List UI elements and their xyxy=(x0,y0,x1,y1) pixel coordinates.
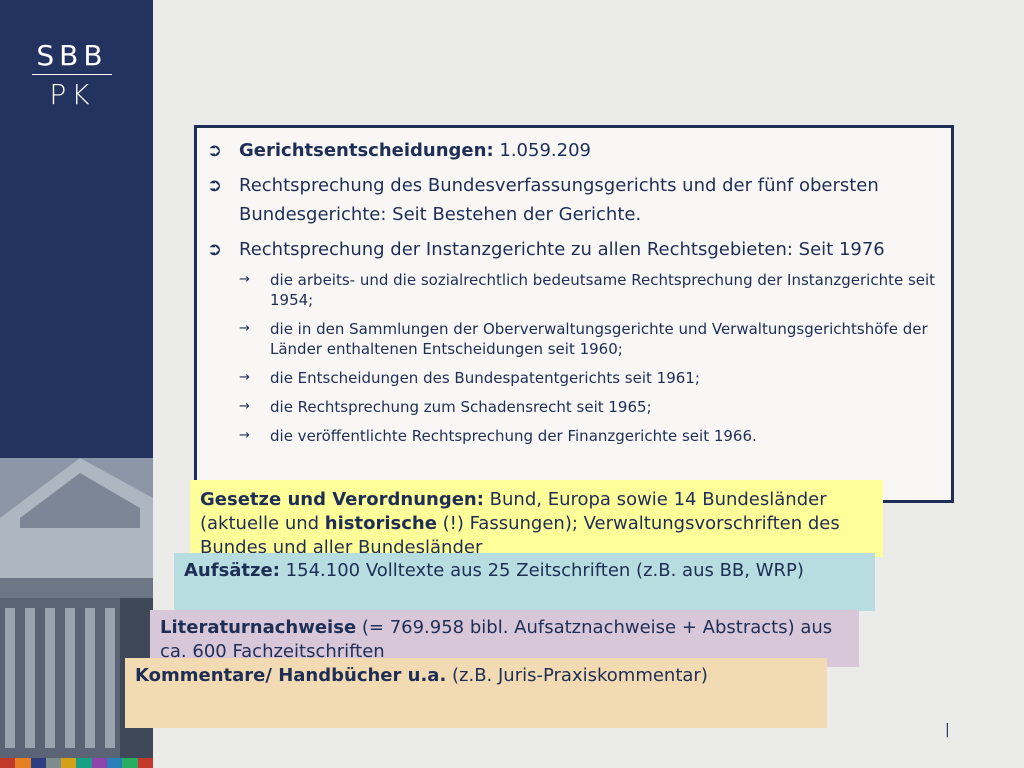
sub-bullet-text: die Entscheidungen des Bundespatentgeric… xyxy=(270,369,700,387)
arrow-right-icon: → xyxy=(239,272,250,287)
note-bold-inline: historische xyxy=(324,513,437,534)
note-bold: Gesetze und Verordnungen: xyxy=(200,489,484,510)
sub-bullet-item: → die in den Sammlungen der Oberverwaltu… xyxy=(207,319,941,359)
curved-arrow-icon: ➲ xyxy=(207,239,223,260)
main-content-box: ➲ Gerichtsentscheidungen: 1.059.209 ➲ Re… xyxy=(194,125,954,503)
bullet-bold: Gerichtsentscheidungen: xyxy=(239,140,494,161)
note-bold: Aufsätze: xyxy=(184,560,280,581)
note-text: (z.B. Juris-Praxiskommentar) xyxy=(446,665,708,686)
note-bold: Literaturnachweise xyxy=(160,617,357,638)
bullet-item: ➲ Gerichtsentscheidungen: 1.059.209 xyxy=(207,136,941,165)
logo-line-1: SBB xyxy=(36,39,108,72)
sub-bullet-text: die arbeits- und die sozialrechtlich bed… xyxy=(270,271,936,309)
bullet-text: Rechtsprechung des Bundesverfassungsgeri… xyxy=(239,175,879,225)
page-mark: | xyxy=(945,722,950,738)
note-gesetze: Gesetze und Verordnungen: Bund, Europa s… xyxy=(190,480,883,557)
note-bold: Kommentare/ Handbücher u.a. xyxy=(135,665,447,686)
sub-bullet-text: die in den Sammlungen der Oberverwaltung… xyxy=(270,320,928,358)
arrow-right-icon: → xyxy=(239,370,250,385)
sidebar: SBB PK xyxy=(0,0,153,768)
bullet-item: ➲ Rechtsprechung des Bundesverfassungsge… xyxy=(207,171,941,229)
bullet-item: ➲ Rechtsprechung der Instanzgerichte zu … xyxy=(207,235,941,264)
curved-arrow-icon: ➲ xyxy=(207,140,223,161)
logo-line-2: PK xyxy=(49,78,95,111)
sub-bullet-item: → die Entscheidungen des Bundespatentger… xyxy=(207,368,941,388)
note-text: 154.100 Volltexte aus 25 Zeitschriften (… xyxy=(279,560,804,581)
bullet-text: 1.059.209 xyxy=(493,140,591,161)
sub-bullet-text: die Rechtsprechung zum Schadensrecht sei… xyxy=(270,398,652,416)
logo-divider xyxy=(32,74,112,75)
sub-bullet-text: die veröffentlichte Rechtsprechung der F… xyxy=(270,427,757,445)
arrow-right-icon: → xyxy=(239,399,250,414)
note-aufsaetze: Aufsätze: 154.100 Volltexte aus 25 Zeits… xyxy=(174,553,875,611)
bullet-text: Rechtsprechung der Instanzgerichte zu al… xyxy=(239,239,885,260)
note-kommentare: Kommentare/ Handbücher u.a. (z.B. Juris-… xyxy=(125,658,827,728)
bullet-list: ➲ Gerichtsentscheidungen: 1.059.209 ➲ Re… xyxy=(207,136,941,455)
arrow-right-icon: → xyxy=(239,321,250,336)
sub-bullet-item: → die arbeits- und die sozialrechtlich b… xyxy=(207,270,941,310)
sub-bullet-item: → die veröffentlichte Rechtsprechung der… xyxy=(207,426,941,446)
sub-bullet-item: → die Rechtsprechung zum Schadensrecht s… xyxy=(207,397,941,417)
sbb-pk-logo: SBB PK xyxy=(32,40,112,111)
color-strip xyxy=(0,758,153,768)
arrow-right-icon: → xyxy=(239,428,250,443)
curved-arrow-icon: ➲ xyxy=(207,175,223,196)
